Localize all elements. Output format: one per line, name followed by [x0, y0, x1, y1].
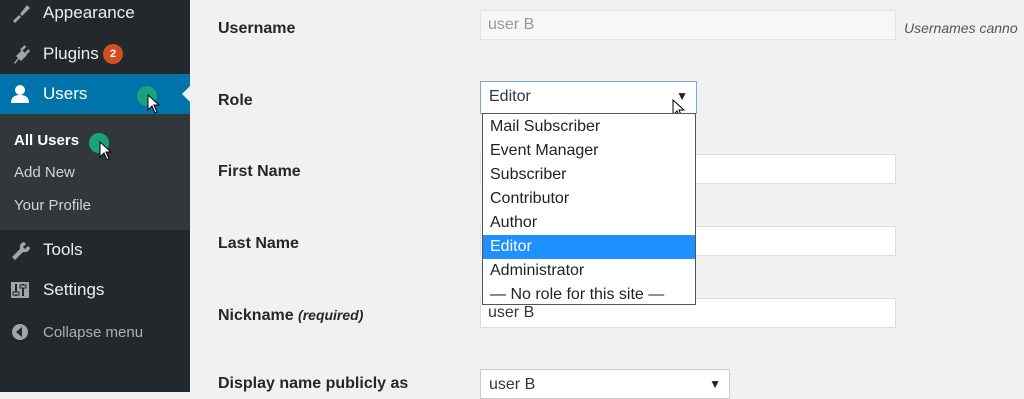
menu-label-plugins: Plugins [43, 44, 99, 63]
settings-sliders-icon [10, 280, 32, 300]
chevron-down-icon: ▼ [709, 377, 721, 391]
role-select[interactable]: Editor ▼ [480, 81, 697, 114]
username-field: user B [480, 10, 896, 40]
role-option-label: Author [490, 214, 538, 231]
collapse-arrow-icon [10, 322, 32, 342]
nickname-label-text: Nickname [218, 307, 294, 324]
mouse-cursor-icon [147, 94, 161, 114]
paintbrush-icon [10, 3, 32, 23]
role-option-label: Editor [490, 238, 532, 255]
role-option[interactable]: Administrator [483, 259, 695, 283]
menu-item-settings[interactable]: Settings [0, 270, 190, 310]
role-option-label: Subscriber [490, 166, 567, 183]
username-label: Username [218, 20, 296, 37]
role-option[interactable]: Author [483, 211, 695, 235]
collapse-menu-label: Collapse menu [43, 324, 144, 341]
role-option-selected[interactable]: Editor [483, 235, 695, 259]
plugins-update-badge: 2 [103, 44, 123, 64]
submenu-your-profile[interactable]: Your Profile [14, 197, 91, 214]
menu-label-users: Users [43, 84, 88, 103]
menu-label-settings: Settings [43, 280, 105, 299]
display-name-label: Display name publicly as [218, 375, 409, 392]
menu-label-appearance: Appearance [43, 3, 135, 22]
role-option-label: Event Manager [490, 142, 599, 159]
role-option[interactable]: — No role for this site — [483, 283, 695, 304]
menu-label-tools: Tools [43, 240, 83, 259]
role-label: Role [218, 92, 253, 109]
menu-item-users[interactable]: Users [0, 74, 190, 114]
first-name-label: First Name [218, 163, 301, 180]
nickname-label: Nickname (required) [218, 307, 363, 325]
role-option-label: — No role for this site — [490, 286, 665, 303]
plug-icon [10, 44, 32, 64]
role-option[interactable]: Mail Subscriber [483, 115, 695, 139]
role-options-list: Mail Subscriber Event Manager Subscriber… [482, 113, 696, 305]
username-note: Usernames canno [904, 20, 1018, 36]
menu-item-tools[interactable]: Tools [0, 230, 190, 270]
submenu-add-new[interactable]: Add New [14, 164, 75, 181]
required-marker: (required) [298, 307, 364, 323]
role-option-label: Contributor [490, 190, 570, 207]
submenu-all-users[interactable]: All Users [14, 132, 79, 149]
role-option[interactable]: Contributor [483, 187, 695, 211]
mouse-cursor-icon [99, 141, 113, 161]
admin-sidebar: Appearance Plugins 2 Users All Users Add… [0, 0, 190, 392]
role-option-label: Administrator [490, 262, 585, 279]
role-option-label: Mail Subscriber [490, 118, 601, 135]
display-name-selected: user B [489, 376, 536, 393]
menu-item-appearance[interactable]: Appearance [0, 0, 190, 33]
role-option[interactable]: Event Manager [483, 139, 695, 163]
wrench-icon [10, 240, 32, 260]
current-menu-arrow [182, 86, 190, 102]
last-name-label: Last Name [218, 235, 299, 252]
menu-item-plugins[interactable]: Plugins [0, 34, 190, 74]
users-submenu: All Users Add New Your Profile [0, 114, 190, 230]
role-selected-value: Editor [489, 88, 531, 105]
collapse-menu-button[interactable]: Collapse menu [0, 312, 190, 352]
role-option[interactable]: Subscriber [483, 163, 695, 187]
user-icon [10, 84, 32, 104]
display-name-select[interactable]: user B ▼ [480, 369, 730, 399]
